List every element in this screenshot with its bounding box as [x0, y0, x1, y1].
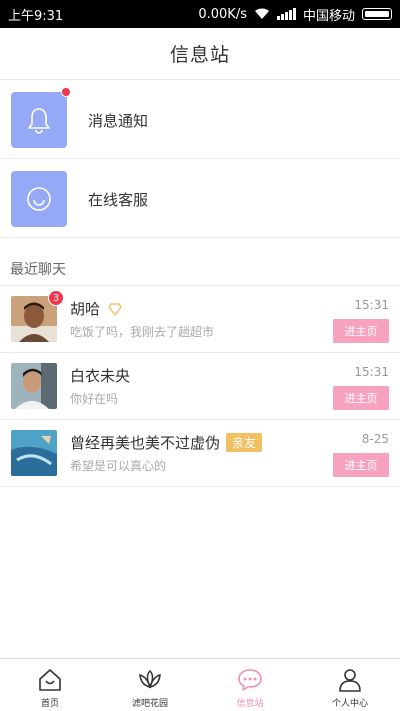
visit-homepage-button[interactable]: 进主页 — [333, 453, 389, 477]
nav-label-profile: 个人中心 — [331, 699, 368, 709]
person-icon — [335, 665, 365, 695]
nav-label-messages: 信息站 — [236, 699, 264, 709]
unread-dot — [61, 87, 71, 97]
chat-bubble-icon — [235, 665, 265, 695]
avatar[interactable] — [11, 363, 57, 409]
menu-label-online-service: 在线客服 — [88, 191, 149, 209]
nav-item-garden[interactable]: 滤吧花园 — [100, 659, 200, 711]
visit-homepage-button[interactable]: 进主页 — [333, 386, 389, 410]
chat-name: 胡哈 — [70, 300, 101, 318]
chat-name: 曾经再美也美不过虚伪 — [70, 434, 221, 452]
nav-item-profile[interactable]: 个人中心 — [300, 659, 400, 711]
flower-icon — [135, 665, 165, 695]
chat-name-wrap: 曾经再美也美不过虚伪 亲友 — [70, 432, 263, 453]
signal-icon — [276, 8, 296, 20]
status-time: 上午9:31 — [8, 8, 64, 24]
bell-icon — [11, 92, 67, 148]
chat-last-message: 希望是可以真心的 — [70, 459, 167, 473]
network-speed: 0.00K/s — [198, 6, 247, 22]
home-icon — [35, 665, 65, 695]
nav-label-garden: 滤吧花园 — [131, 699, 168, 709]
carrier-name: 中国移动 — [302, 8, 355, 24]
chat-time: 15:31 — [354, 298, 389, 312]
menu-label-notifications: 消息通知 — [88, 112, 149, 130]
battery-icon — [362, 8, 392, 20]
visit-homepage-button[interactable]: 进主页 — [333, 319, 389, 343]
smiley-icon — [11, 171, 67, 227]
chat-name: 白衣未央 — [70, 367, 131, 385]
menu-item-notifications[interactable]: 消息通知 — [0, 81, 400, 159]
chat-last-message: 你好在吗 — [70, 392, 119, 406]
nav-item-home[interactable]: 首页 — [0, 659, 100, 711]
menu-item-online-service[interactable]: 在线客服 — [0, 160, 400, 238]
vip-diamond-icon — [108, 302, 122, 320]
relation-tag: 亲友 — [226, 433, 263, 452]
chat-time: 15:31 — [354, 365, 389, 379]
chat-time: 8-25 — [361, 432, 389, 446]
status-bar: 上午9:31 0.00K/s 中国移动 — [0, 0, 400, 28]
chat-item[interactable]: 曾经再美也美不过虚伪 亲友 希望是可以真心的 8-25 进主页 — [0, 420, 400, 487]
nav-label-home: 首页 — [40, 699, 59, 709]
chat-last-message: 吃饭了吗，我刚去了趟超市 — [70, 325, 215, 339]
recent-chats-heading: 最近聊天 — [10, 262, 66, 278]
bottom-nav: 首页 滤吧花园 信息站 个人中心 — [0, 658, 400, 711]
chat-item[interactable]: 白衣未央 你好在吗 15:31 进主页 — [0, 353, 400, 420]
page-title: 信息站 — [0, 28, 400, 80]
avatar[interactable] — [11, 430, 57, 476]
chat-name-wrap: 胡哈 — [70, 298, 122, 320]
chat-item[interactable]: 3 胡哈 吃饭了吗，我刚去了趟超市 15:31 进主页 — [0, 286, 400, 353]
nav-item-messages[interactable]: 信息站 — [200, 659, 300, 711]
unread-badge: 3 — [48, 290, 64, 306]
status-right: 0.00K/s 中国移动 — [198, 5, 392, 24]
wifi-icon — [254, 8, 270, 20]
